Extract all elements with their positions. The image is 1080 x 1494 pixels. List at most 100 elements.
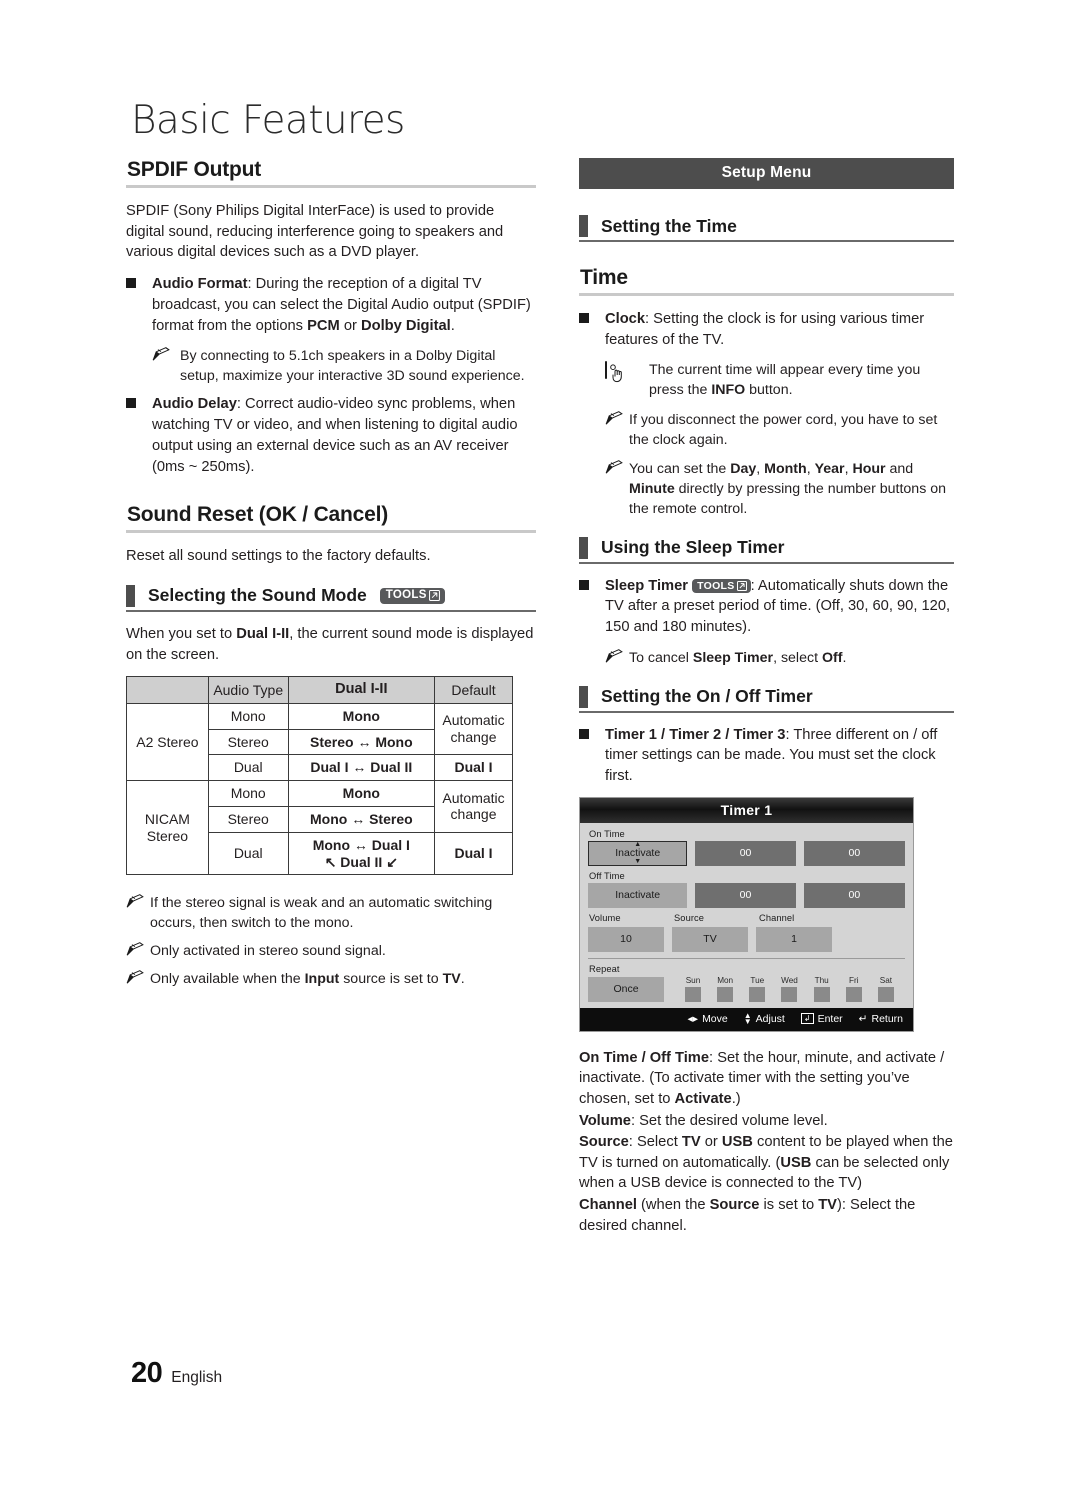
section-sleep-timer: Using the Sleep Timer	[579, 536, 954, 564]
day-thu[interactable]: Thu	[807, 976, 837, 1002]
label-source: Source	[674, 912, 705, 923]
day-checkbox[interactable]	[717, 986, 734, 1002]
day-checkbox[interactable]	[781, 986, 798, 1002]
day-tue[interactable]: Tue	[742, 976, 772, 1002]
heading-sound-reset: Sound Reset (OK / Cancel)	[127, 503, 389, 527]
term-volume: Volume	[579, 1112, 631, 1129]
heading-tab-marker	[126, 584, 135, 607]
def-on-off-time: On Time / Off Time: Set the hour, minute…	[579, 1048, 954, 1110]
term-info: INFO	[711, 382, 746, 399]
pencil-icon-svg	[605, 648, 623, 663]
tools-badge[interactable]: TOOLS	[692, 578, 751, 594]
day-checkbox[interactable]	[749, 986, 766, 1002]
off-time-minute-field[interactable]: 00	[803, 882, 905, 908]
cell-mode-line2: ↖ Dual II ↙	[324, 853, 398, 870]
up-down-arrow-icon: ▲ ▼	[743, 1010, 752, 1026]
term-source: Source	[579, 1134, 629, 1151]
term-year: Year	[814, 460, 845, 477]
day-checkbox[interactable]	[813, 986, 830, 1002]
bullet-text: Clock: Setting the clock is for using va…	[605, 309, 954, 350]
sound-mode-intro: When you set to Dual I-II, the current s…	[126, 624, 536, 665]
pencil-icon	[605, 410, 629, 450]
day-mon[interactable]: Mon	[710, 976, 740, 1002]
pencil-icon-svg	[605, 459, 623, 473]
footer-adjust[interactable]: ▲ ▼ Adjust	[743, 1010, 785, 1026]
cell-mode: Mono	[287, 702, 436, 730]
cell-mode: Dual I ↔ Dual II	[287, 754, 436, 782]
on-time-minute-field[interactable]: 00	[803, 840, 905, 866]
day-sat[interactable]: Sat	[871, 976, 901, 1002]
bullet-text: Timer 1 / Timer 2 / Timer 3: Three diffe…	[605, 725, 954, 787]
source-field[interactable]: TV	[672, 926, 748, 952]
timer-screen-body: On Time ▲ Inactivate ▼ 00 00 Off Time In…	[580, 823, 913, 1002]
page-number: 20	[131, 1357, 163, 1389]
bullet-text: Sleep Timer TOOLS: Automatically shuts d…	[605, 576, 954, 638]
day-checkbox[interactable]	[845, 986, 862, 1002]
day-checkbox[interactable]	[685, 986, 701, 1002]
table-row: NICAM Stereo Mono Mono Automatic change	[126, 780, 513, 876]
heading-rule	[579, 710, 954, 713]
volume-field[interactable]: 10	[588, 926, 664, 952]
table-header-blank	[126, 676, 209, 704]
pencil-icon	[605, 459, 629, 519]
term-audio-delay: Audio Delay	[152, 396, 237, 413]
option-dolby-digital: Dolby Digital	[360, 317, 451, 334]
table-header-row: Audio Type Dual I-II Default	[126, 676, 513, 704]
term-on-off-time: On Time / Off Time	[579, 1049, 710, 1066]
repeat-field[interactable]: Once	[588, 976, 664, 1002]
note-text: Only available when the Input source is …	[150, 969, 536, 989]
heading-tab-marker	[579, 536, 588, 559]
term-input: Input	[304, 971, 340, 988]
note-51ch-speakers: By connecting to 5.1ch speakers in a Dol…	[152, 346, 536, 386]
day-sun[interactable]: Sun	[678, 976, 708, 1002]
channel-field[interactable]: 1	[756, 926, 832, 952]
note-text: To cancel Sleep Timer, select Off.	[629, 648, 954, 668]
bullet-text: Audio Format: During the reception of a …	[152, 274, 536, 336]
tools-badge[interactable]: TOOLS	[379, 588, 445, 604]
term-usb-2: USB	[780, 1154, 812, 1171]
bullet-audio-format: Audio Format: During the reception of a …	[126, 274, 536, 336]
term-month: Month	[764, 460, 807, 477]
term-usb: USB	[721, 1134, 753, 1151]
footer-return[interactable]: ↵ Return	[859, 1013, 903, 1025]
on-time-hour-field[interactable]: 00	[695, 840, 796, 866]
footer-move-label: Move	[702, 1012, 728, 1025]
day-wed[interactable]: Wed	[774, 976, 804, 1002]
day-label: Sat	[879, 975, 893, 985]
footer-return-label: Return	[871, 1012, 903, 1025]
note-text: By connecting to 5.1ch speakers in a Dol…	[180, 348, 525, 385]
return-arrow-icon: ↵	[858, 1012, 868, 1025]
off-time-hour-field[interactable]: 00	[695, 882, 796, 908]
page-footer: 20 English	[131, 1357, 222, 1390]
volume-source-channel-labels: Volume Source Channel	[588, 913, 905, 925]
cell-system-nicam: NICAM Stereo	[126, 780, 209, 876]
day-checkbox[interactable]	[877, 986, 894, 1002]
note-stereo-only: Only activated in stereo sound signal.	[126, 941, 536, 961]
footer-enter[interactable]: ↲ Enter	[800, 1013, 843, 1025]
term-clock: Clock	[605, 311, 645, 327]
def-text-end: .)	[731, 1091, 741, 1108]
term-timer-123: Timer 1 / Timer 2 / Timer 3	[605, 726, 786, 743]
off-time-row: Inactivate 00 00	[588, 882, 905, 908]
section-setting-the-time: Setting the Time	[579, 215, 954, 242]
on-time-row: ▲ Inactivate ▼ 00 00	[588, 840, 905, 866]
table-header-default: Default	[434, 676, 513, 704]
off-time-activate-field[interactable]: Inactivate	[588, 882, 688, 908]
note-text: If the stereo signal is weak and an auto…	[150, 895, 493, 932]
footer-move[interactable]: ◂▸ Move	[688, 1013, 728, 1025]
cell-system-a2: A2 Stereo	[126, 702, 209, 782]
bullet-text: Audio Delay: Correct audio-video sync pr…	[152, 394, 536, 477]
left-right-arrow-icon: ◂▸	[687, 1012, 699, 1025]
day-fri[interactable]: Fri	[839, 976, 869, 1002]
cell-mode: Mono	[287, 780, 436, 807]
note-input-source: Only available when the Input source is …	[126, 969, 536, 989]
heading-label: Setting the On / Off Timer	[601, 686, 813, 707]
cell-type: Stereo	[207, 805, 289, 833]
pencil-icon	[152, 346, 180, 386]
cell-type: Dual	[207, 831, 289, 876]
conjunction-or: or	[339, 317, 361, 334]
spdif-intro-paragraph: SPDIF (Sony Philips Digital InterFace) i…	[126, 203, 504, 261]
table-header-audio-type: Audio Type	[207, 676, 289, 704]
cell-mode-dual: Mono ↔ Dual I ↖ Dual II ↙	[287, 831, 436, 876]
on-time-activate-field[interactable]: ▲ Inactivate ▼	[588, 840, 688, 866]
